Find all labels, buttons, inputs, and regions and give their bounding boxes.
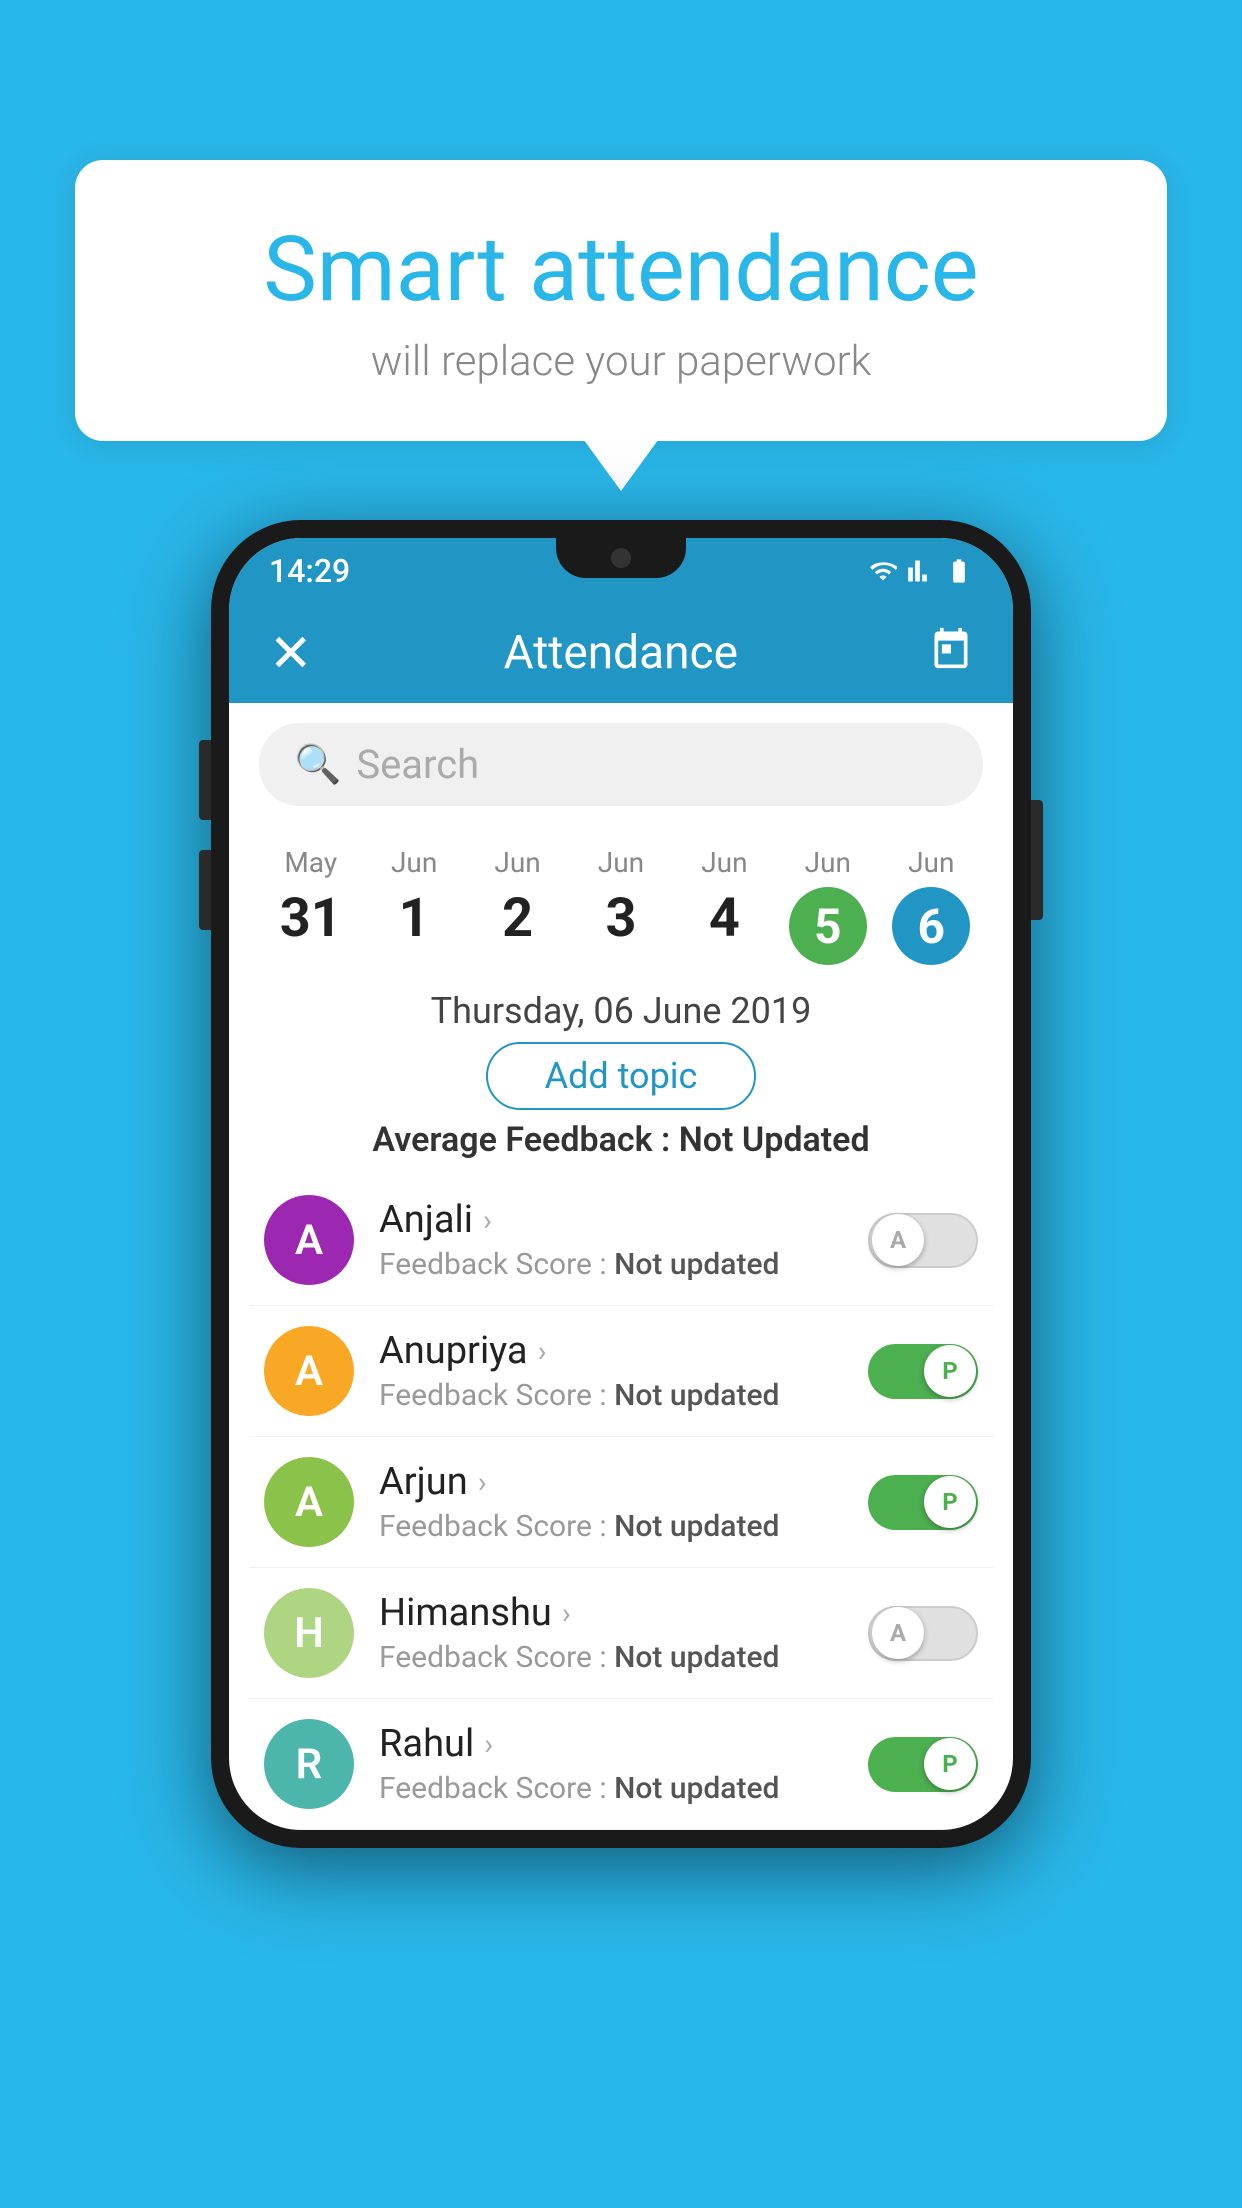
avatar-1: A bbox=[264, 1326, 354, 1416]
feedback-score-2: Feedback Score : Not updated bbox=[379, 1509, 868, 1544]
date-day: 6 bbox=[892, 887, 970, 965]
date-month: Jun bbox=[880, 846, 983, 879]
avg-feedback-value: Not Updated bbox=[679, 1120, 870, 1160]
date-month: Jun bbox=[673, 846, 776, 879]
wifi-icon bbox=[869, 557, 897, 585]
student-list: AAnjali ›Feedback Score : Not updatedAAA… bbox=[229, 1175, 1013, 1830]
phone-volume-btn-1 bbox=[199, 740, 211, 820]
date-col-6[interactable]: Jun 6 bbox=[880, 841, 983, 970]
avatar-4: R bbox=[264, 1719, 354, 1809]
toggle-knob-3: A bbox=[872, 1607, 924, 1659]
student-row-1[interactable]: A Anupriya › Feedback Score : Not updated P bbox=[249, 1306, 993, 1437]
chevron-icon: › bbox=[538, 1334, 547, 1369]
phone-power-btn bbox=[1031, 800, 1043, 920]
date-col-5[interactable]: Jun 5 bbox=[776, 841, 879, 970]
battery-icon bbox=[945, 557, 973, 585]
phone-mockup: 14:29 ✕ Attendance bbox=[211, 520, 1031, 1848]
attendance-toggle-2[interactable]: P bbox=[868, 1475, 978, 1530]
date-day: 2 bbox=[466, 887, 569, 950]
date-day: 4 bbox=[673, 887, 776, 950]
feedback-score-4: Feedback Score : Not updated bbox=[379, 1771, 868, 1806]
chevron-icon: › bbox=[484, 1727, 493, 1762]
student-row-4[interactable]: R Rahul › Feedback Score : Not updated P bbox=[249, 1699, 993, 1830]
attendance-toggle-4[interactable]: P bbox=[868, 1737, 978, 1792]
student-row-2[interactable]: A Arjun › Feedback Score : Not updated P bbox=[249, 1437, 993, 1568]
selected-date-label: Thursday, 06 June 2019 bbox=[229, 990, 1013, 1032]
student-info-3: Himanshu › Feedback Score : Not updated bbox=[379, 1591, 868, 1675]
chevron-icon: › bbox=[483, 1203, 492, 1238]
date-day: 5 bbox=[789, 887, 867, 965]
status-icons bbox=[869, 557, 973, 585]
attendance-toggle-0[interactable]: A bbox=[868, 1213, 978, 1268]
student-name-0: Anjali › bbox=[379, 1198, 868, 1242]
date-col-1[interactable]: Jun 1 bbox=[362, 841, 465, 955]
page-title: Attendance bbox=[504, 626, 738, 680]
date-strip: May31Jun1Jun2Jun3Jun4Jun5Jun6 bbox=[229, 826, 1013, 980]
signal-icon bbox=[907, 557, 935, 585]
avatar-3: H bbox=[264, 1588, 354, 1678]
student-name-3: Himanshu › bbox=[379, 1591, 868, 1635]
phone-screen: 14:29 ✕ Attendance bbox=[229, 538, 1013, 1830]
student-name-4: Rahul › bbox=[379, 1722, 868, 1766]
app-header: ✕ Attendance bbox=[229, 603, 1013, 703]
status-time: 14:29 bbox=[269, 552, 350, 590]
bubble-title: Smart attendance bbox=[155, 220, 1087, 319]
search-input[interactable]: Search bbox=[356, 741, 948, 788]
bubble-subtitle: will replace your paperwork bbox=[155, 337, 1087, 386]
speech-bubble: Smart attendance will replace your paper… bbox=[75, 160, 1167, 441]
search-icon: 🔍 bbox=[294, 743, 341, 787]
toggle-knob-2: P bbox=[924, 1476, 976, 1528]
feedback-score-0: Feedback Score : Not updated bbox=[379, 1247, 868, 1282]
feedback-score-3: Feedback Score : Not updated bbox=[379, 1640, 868, 1675]
toggle-knob-0: A bbox=[872, 1214, 924, 1266]
avatar-0: A bbox=[264, 1195, 354, 1285]
date-col-2[interactable]: Jun 2 bbox=[466, 841, 569, 955]
date-day: 3 bbox=[569, 887, 672, 950]
date-month: May bbox=[259, 846, 362, 879]
date-month: Jun bbox=[362, 846, 465, 879]
date-month: Jun bbox=[466, 846, 569, 879]
avg-feedback-label: Average Feedback : bbox=[372, 1120, 678, 1160]
student-name-1: Anupriya › bbox=[379, 1329, 868, 1373]
date-month: Jun bbox=[569, 846, 672, 879]
date-col-0[interactable]: May 31 bbox=[259, 841, 362, 955]
attendance-toggle-3[interactable]: A bbox=[868, 1606, 978, 1661]
student-info-2: Arjun › Feedback Score : Not updated bbox=[379, 1460, 868, 1544]
student-info-0: Anjali › Feedback Score : Not updated bbox=[379, 1198, 868, 1282]
toggle-knob-1: P bbox=[924, 1345, 976, 1397]
add-topic-button[interactable]: Add topic bbox=[486, 1042, 756, 1110]
date-day: 1 bbox=[362, 887, 465, 950]
avatar-2: A bbox=[264, 1457, 354, 1547]
student-row-0[interactable]: AAnjali ›Feedback Score : Not updatedA bbox=[249, 1175, 993, 1306]
attendance-toggle-1[interactable]: P bbox=[868, 1344, 978, 1399]
student-info-1: Anupriya › Feedback Score : Not updated bbox=[379, 1329, 868, 1413]
date-day: 31 bbox=[259, 887, 362, 950]
calendar-icon[interactable] bbox=[929, 626, 973, 680]
student-info-4: Rahul › Feedback Score : Not updated bbox=[379, 1722, 868, 1806]
toggle-knob-4: P bbox=[924, 1738, 976, 1790]
phone-volume-btn-2 bbox=[199, 850, 211, 930]
date-col-4[interactable]: Jun 4 bbox=[673, 841, 776, 955]
date-month: Jun bbox=[776, 846, 879, 879]
add-topic-label: Add topic bbox=[545, 1055, 698, 1097]
chevron-icon: › bbox=[478, 1465, 487, 1500]
chevron-icon: › bbox=[562, 1596, 571, 1631]
search-bar[interactable]: 🔍 Search bbox=[259, 723, 983, 806]
close-button[interactable]: ✕ bbox=[269, 623, 313, 684]
date-col-3[interactable]: Jun 3 bbox=[569, 841, 672, 955]
avg-feedback: Average Feedback : Not Updated bbox=[229, 1120, 1013, 1160]
student-row-3[interactable]: H Himanshu › Feedback Score : Not updatedA bbox=[249, 1568, 993, 1699]
student-name-2: Arjun › bbox=[379, 1460, 868, 1504]
feedback-score-1: Feedback Score : Not updated bbox=[379, 1378, 868, 1413]
front-camera bbox=[611, 548, 631, 568]
phone-notch bbox=[556, 538, 686, 578]
